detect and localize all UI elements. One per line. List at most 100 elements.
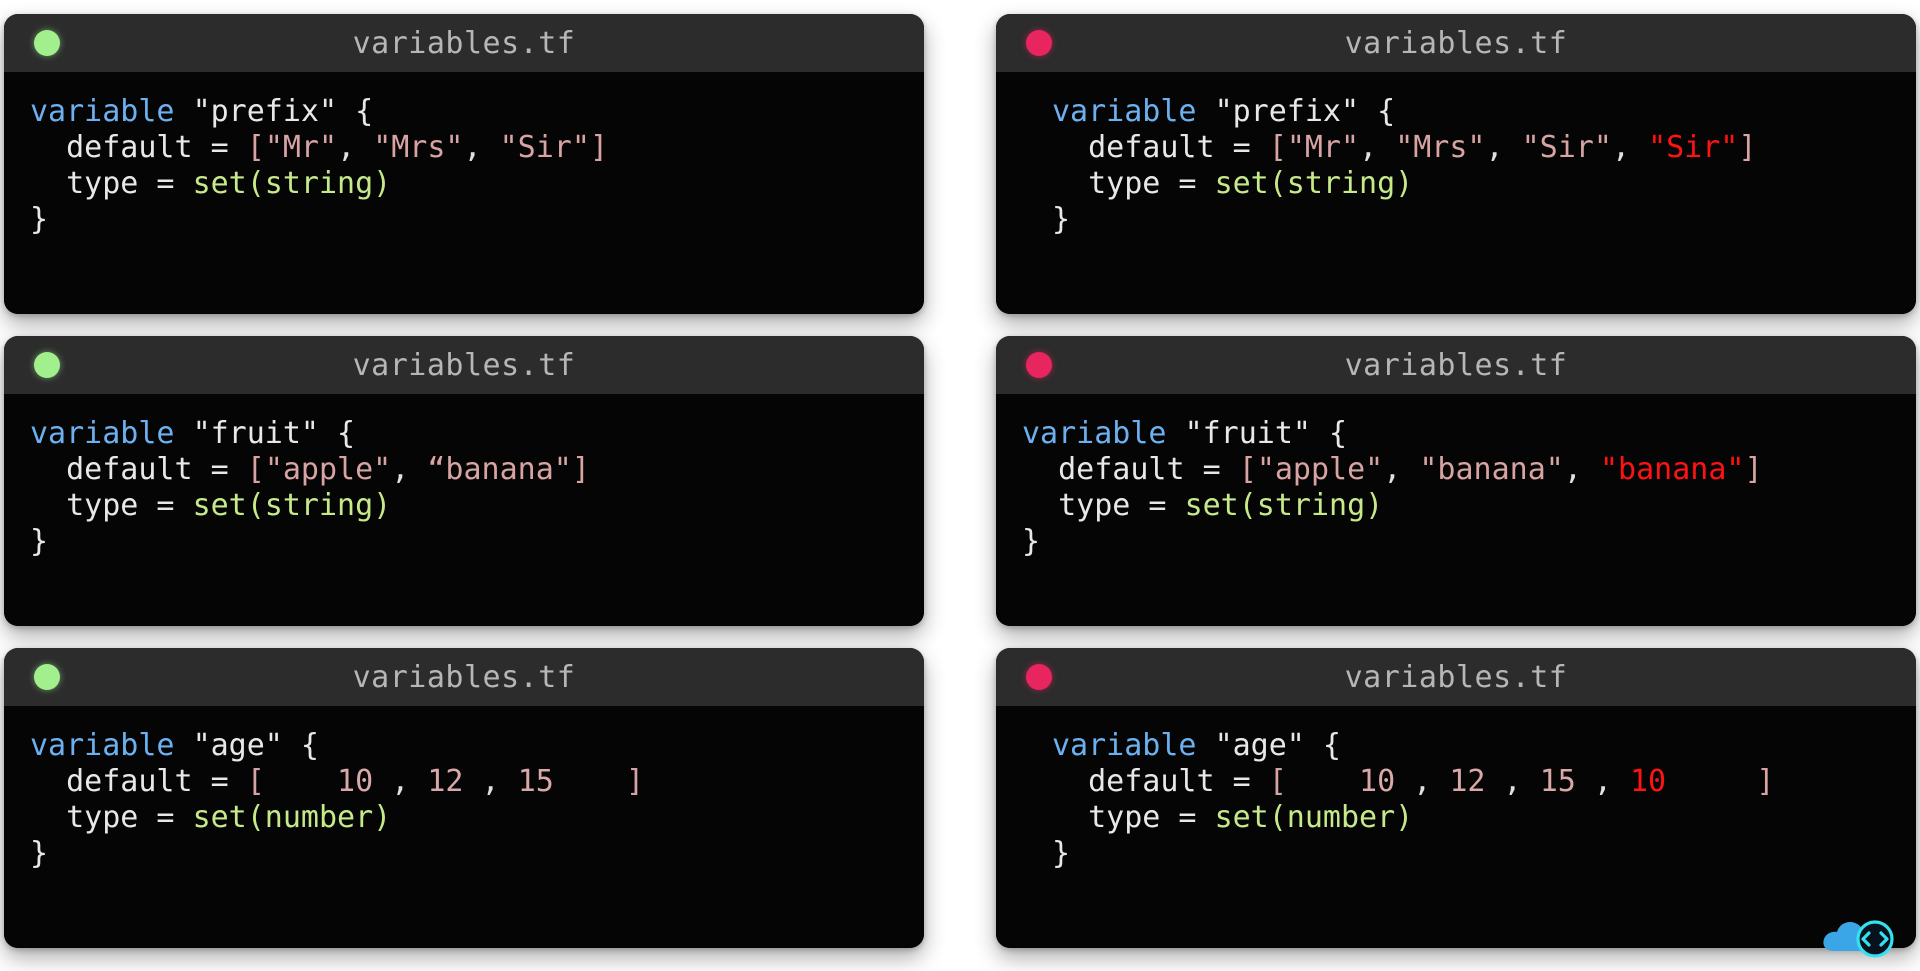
code-card-prefix-valid[interactable]: variables.tf variable "prefix" { default … [4,14,924,314]
code-token: "apple" [264,452,392,487]
code-token: { [1304,728,1341,763]
card-header: variables.tf [996,336,1916,394]
code-token: { [1311,416,1348,451]
code-token: [ [246,130,265,165]
code-token: variable [1022,416,1185,451]
code-line: } [30,524,898,560]
code-token: type = [1052,800,1215,835]
code-token: } [30,524,49,559]
code-token: ] [1666,764,1775,799]
code-block: variable "fruit" { default = ["apple", “… [4,394,924,626]
code-token: "fruit" [192,416,319,451]
code-token: , [1359,130,1396,165]
code-token: variable [30,416,193,451]
card-header: variables.tf [996,648,1916,706]
code-token: “banana" [427,452,572,487]
code-card-age-duplicate[interactable]: variables.tf variable "age" { default = [… [996,648,1916,948]
code-line: } [1022,524,1890,560]
code-token: type = [30,488,193,523]
code-line: default = ["apple", "banana", "banana"] [1022,452,1890,488]
card-header: variables.tf [4,336,924,394]
code-block: variable "age" { default = [ 10 , 12 , 1… [4,706,924,948]
code-token: "Mr" [264,130,338,165]
card-header: variables.tf [996,14,1916,72]
code-token: default = [1052,130,1269,165]
code-token: ] [1738,130,1757,165]
code-token: set(number) [192,800,392,835]
code-line: } [30,836,898,872]
pink-status-dot-icon [1026,664,1052,690]
code-token: variable [1052,728,1215,763]
code-token: 10 [264,764,374,799]
code-line: type = set(string) [1052,166,1890,202]
code-token: } [1052,202,1071,237]
code-token: "prefix" [1214,94,1360,129]
code-token: "banana" [1600,452,1745,487]
code-token: default = [30,130,247,165]
code-token: , [1563,452,1600,487]
code-token: variable [30,728,193,763]
card-title: variables.tf [1344,347,1568,383]
code-token: "Mrs" [373,130,464,165]
code-token: "Sir" [1648,130,1739,165]
code-card-fruit-valid[interactable]: variables.tf variable "fruit" { default =… [4,336,924,626]
code-token: set(string) [1184,488,1384,523]
code-token: set(string) [192,488,392,523]
code-token: ] [1744,452,1763,487]
code-line: default = ["apple", “banana"] [30,452,898,488]
code-card-age-valid[interactable]: variables.tf variable "age" { default = [… [4,648,924,948]
code-token: type = [30,800,193,835]
green-status-dot-icon [34,352,60,378]
code-token: , [337,130,374,165]
code-token: 12 [427,764,464,799]
code-token: 10 [1286,764,1396,799]
code-token: "age" [1214,728,1305,763]
code-line: variable "fruit" { [30,416,898,452]
code-token: ] [571,452,590,487]
card-title: variables.tf [352,25,576,61]
code-line: default = ["Mr", "Mrs", "Sir", "Sir"] [1052,130,1890,166]
code-token: } [1022,524,1041,559]
code-card-fruit-duplicate[interactable]: variables.tf variable "fruit" { default =… [996,336,1916,626]
card-title: variables.tf [1344,659,1568,695]
card-title: variables.tf [352,347,576,383]
code-line: type = set(string) [30,166,898,202]
code-token: , [373,764,428,799]
code-token: [ [246,452,265,487]
code-line: variable "age" { [30,728,898,764]
code-token: variable [30,94,193,129]
code-token: { [319,416,356,451]
code-line: variable "fruit" { [1022,416,1890,452]
code-block: variable "prefix" { default = ["Mr", "Mr… [996,72,1916,314]
code-token: "prefix" [192,94,338,129]
code-token: , [463,130,500,165]
code-card-prefix-duplicate[interactable]: variables.tf variable "prefix" { default … [996,14,1916,314]
code-token: 10 [1630,764,1667,799]
code-line: default = [ 10 , 12 , 15 ] [30,764,898,800]
code-token: { [1359,94,1396,129]
code-token: { [282,728,319,763]
code-token: default = [30,764,247,799]
code-token: , [1485,764,1540,799]
code-line: type = set(string) [1022,488,1890,524]
code-line: default = ["Mr", "Mrs", "Sir"] [30,130,898,166]
code-token: type = [1052,166,1215,201]
code-token: type = [1022,488,1185,523]
code-line: } [1052,202,1890,238]
code-token: } [30,836,49,871]
card-title: variables.tf [1344,25,1568,61]
code-token: , [1383,452,1420,487]
code-token: { [337,94,374,129]
code-line: type = set(string) [30,488,898,524]
code-token: [ [1268,764,1287,799]
code-token: [ [246,764,265,799]
code-token: "fruit" [1184,416,1311,451]
code-line: } [1052,836,1890,872]
code-token: , [1611,130,1649,165]
green-status-dot-icon [34,30,60,56]
code-token: default = [1052,764,1269,799]
card-header: variables.tf [4,14,924,72]
code-token: default = [1022,452,1239,487]
code-token: } [30,202,49,237]
code-token: "banana" [1419,452,1564,487]
